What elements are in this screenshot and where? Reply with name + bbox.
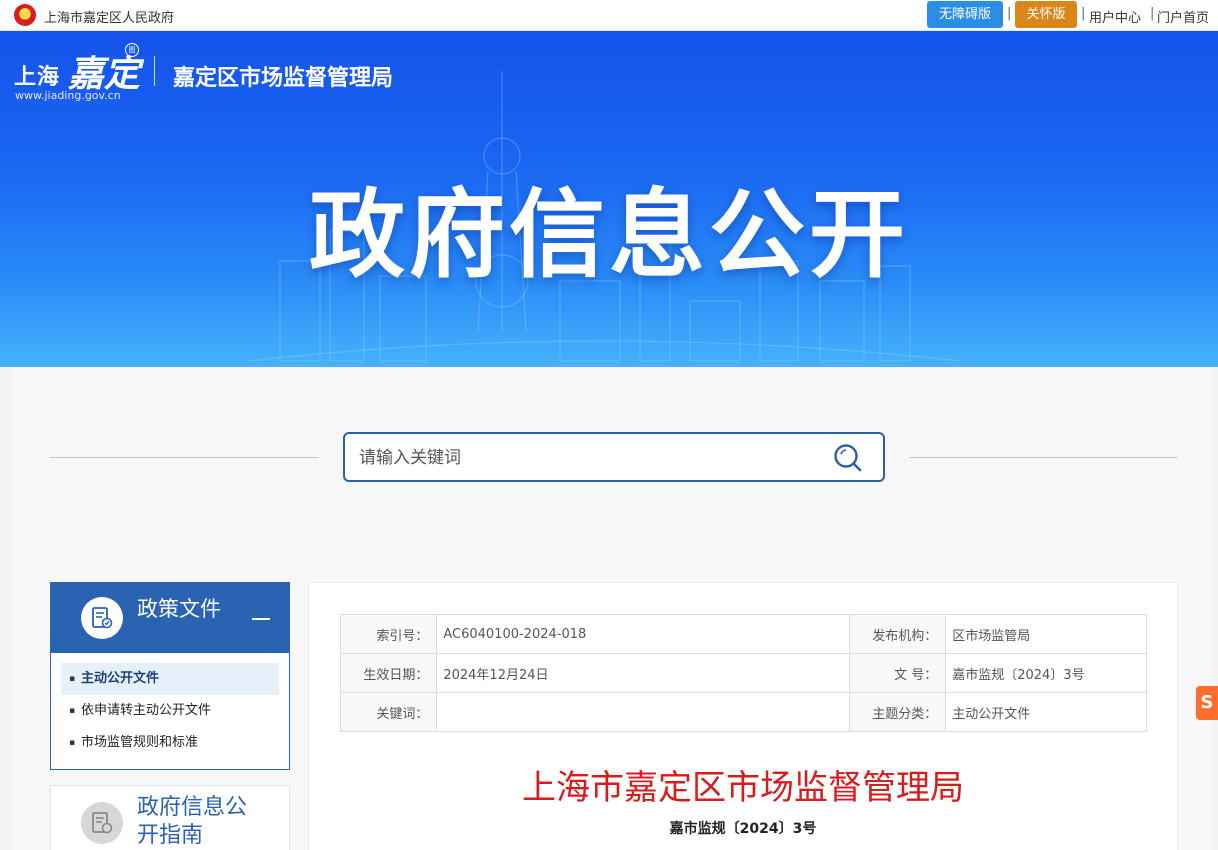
department-name: 嘉定区市场监督管理局 — [173, 66, 394, 91]
policy-documents-header[interactable]: 政策文件 — [51, 583, 289, 653]
logo-seal-badge: 图 — [125, 43, 139, 57]
table-row: 关键词： 主题分类： 主动公开文件 — [339, 692, 1147, 732]
topic-category-label: 主题分类： — [848, 692, 947, 732]
banner-title: 政府信息公开 — [309, 179, 909, 291]
logo-url: www.jiading.gov.cn — [15, 89, 121, 102]
policy-documents-panel: 政策文件 主动公开文件 依申请转主动公开文件 市场监管规则和标准 — [50, 582, 290, 770]
floating-side-tab[interactable]: S — [1196, 686, 1218, 720]
disclosure-guide-title: 政府信息公开指南 — [137, 795, 248, 848]
sidebar-item-active-disclosure[interactable]: 主动公开文件 — [61, 663, 279, 695]
keywords-label: 关键词： — [339, 692, 438, 732]
index-number-label: 索引号： — [339, 614, 438, 654]
document-number-value: 嘉市监规〔2024〕3号 — [945, 653, 1147, 693]
logo-shanghai-text: 上海 — [14, 65, 61, 90]
separator: | — [1007, 6, 1012, 21]
logo-divider — [154, 56, 155, 86]
document-issuer-heading: 上海市嘉定区市场监督管理局 — [522, 768, 964, 808]
sidebar-item-application-disclosure[interactable]: 依申请转主动公开文件 — [61, 695, 279, 727]
publisher-label: 发布机构： — [848, 614, 947, 654]
collapse-minus-icon[interactable] — [252, 618, 270, 620]
document-icon — [81, 597, 123, 639]
topic-category-value: 主动公开文件 — [945, 692, 1147, 732]
portal-home-link[interactable]: 门户首页 — [1157, 7, 1209, 26]
table-row: 生效日期： 2024年12月24日 文 号： 嘉市监规〔2024〕3号 — [339, 653, 1147, 693]
search-divider-left — [50, 457, 319, 458]
top-bar: 上海市嘉定区人民政府 无障碍版 | 关怀版 | 用户中心 | 门户首页 — [0, 0, 1218, 31]
effective-date-label: 生效日期： — [339, 653, 438, 693]
publisher-value: 区市场监管局 — [945, 614, 1147, 654]
national-emblem-icon — [14, 4, 36, 26]
index-number-value: AC6040100-2024-018 — [436, 614, 850, 654]
separator: | — [1081, 6, 1086, 21]
accessibility-mode-button[interactable]: 无障碍版 — [927, 1, 1003, 28]
keywords-value — [436, 692, 850, 732]
user-center-link[interactable]: 用户中心 — [1089, 7, 1141, 26]
main-content: 政策文件 主动公开文件 依申请转主动公开文件 市场监管规则和标准 政府信息公开指… — [14, 367, 1214, 850]
document-number-label: 文 号： — [848, 653, 947, 693]
header-banner: 上海 嘉定 图 www.jiading.gov.cn 嘉定区市场监督管理局 政府… — [0, 31, 1218, 367]
search-divider-right — [909, 457, 1178, 458]
policy-documents-list: 主动公开文件 依申请转主动公开文件 市场监管规则和标准 — [61, 663, 279, 759]
search-input[interactable] — [359, 445, 819, 471]
policy-documents-title: 政策文件 — [137, 597, 221, 621]
separator: | — [1150, 6, 1155, 21]
sidebar-item-market-rules[interactable]: 市场监管规则和标准 — [61, 727, 279, 759]
government-name-link[interactable]: 上海市嘉定区人民政府 — [44, 7, 174, 26]
table-row: 索引号： AC6040100-2024-018 发布机构： 区市场监管局 — [339, 614, 1147, 654]
effective-date-value: 2024年12月24日 — [436, 653, 850, 693]
disclosure-guide-panel[interactable]: 政府信息公开指南 — [50, 785, 290, 850]
document-number-heading: 嘉市监规〔2024〕3号 — [669, 821, 817, 837]
search-box — [343, 432, 885, 482]
elderly-care-mode-button[interactable]: 关怀版 — [1015, 1, 1077, 28]
document-detail: 索引号： AC6040100-2024-018 发布机构： 区市场监管局 生效日… — [308, 582, 1178, 850]
search-icon[interactable] — [833, 443, 863, 473]
document-metadata-table: 索引号： AC6040100-2024-018 发布机构： 区市场监管局 生效日… — [339, 614, 1147, 732]
guide-document-icon — [81, 802, 123, 844]
